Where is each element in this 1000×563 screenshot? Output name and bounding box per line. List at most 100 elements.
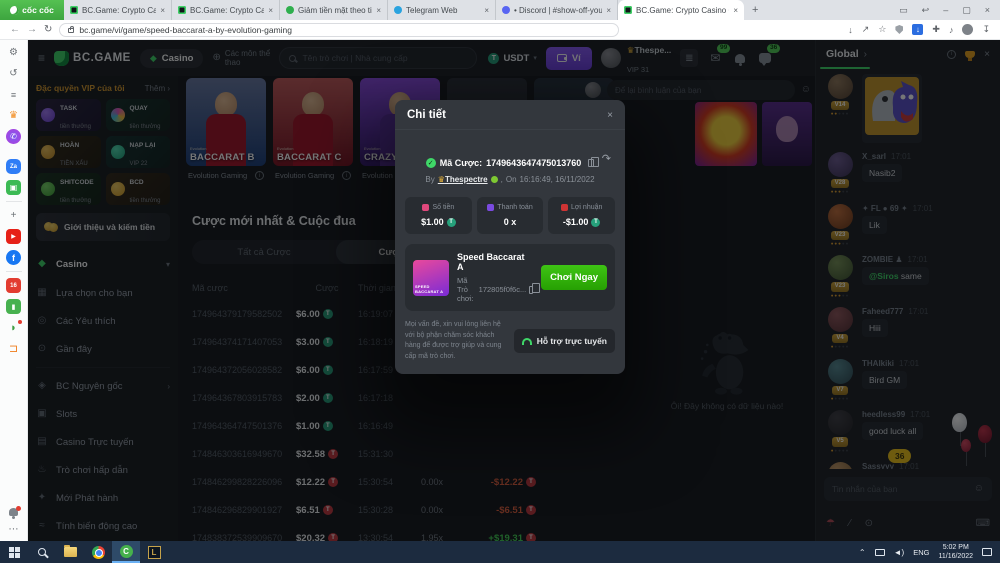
chrome-button[interactable] (84, 541, 112, 563)
hidden-icons-chevron[interactable]: ⌃ (859, 548, 866, 557)
address-bar[interactable]: bc.game/vi/game/speed-baccarat-a-by-evol… (59, 23, 619, 37)
divider (6, 201, 22, 202)
extensions-icon[interactable]: ✚ (932, 24, 940, 35)
bet-by-row: By ♛Thespectre , On 16:16:49, 16/11/2022 (395, 175, 625, 184)
league-of-legends-button[interactable]: L (140, 541, 168, 563)
tab-close-icon[interactable]: × (484, 6, 489, 15)
bcgame-page: ≡ BC.GAME ◆ Casino ⊕ Các môn thể thao T … (28, 40, 1000, 541)
bet-stats: Số tiền $1.00T Thanh toán 0 x Lợi nhuận … (395, 184, 625, 238)
discord-favicon (502, 6, 510, 14)
settings-gear-icon[interactable]: ⚙ (6, 45, 21, 60)
bcgame-favicon (178, 6, 186, 14)
screen: cốc cốc BC.Game: Crypto Casino Gan× BC.G… (0, 0, 1000, 563)
action-center-icon[interactable] (982, 548, 992, 556)
media-icon[interactable]: ♪ (949, 25, 954, 35)
reload-icon[interactable]: ↻ (44, 24, 52, 35)
lock-icon (68, 28, 74, 33)
add-shortcut-icon[interactable]: + (6, 208, 21, 223)
live-support-button[interactable]: Hỗ trợ trực tuyến (514, 329, 615, 353)
tab-close-icon[interactable]: × (733, 6, 738, 15)
file-explorer-button[interactable] (56, 541, 84, 563)
battery-saver-icon[interactable]: ▮ (6, 299, 21, 314)
copy-icon[interactable] (588, 159, 594, 167)
shopping-icon[interactable]: ◗ (6, 320, 21, 335)
network-icon[interactable] (875, 549, 885, 556)
system-tray: ⌃ ◄) ENG 5:02 PM11/16/2022 (859, 543, 1000, 561)
tab-pin-icon[interactable]: ↩ (922, 5, 930, 16)
tab-close-icon[interactable]: × (376, 6, 381, 15)
game-thumbnail[interactable]: SPEED BACCARAT A (413, 260, 449, 296)
copy-icon[interactable] (529, 286, 533, 294)
reading-list-icon[interactable]: ≡ (6, 87, 21, 102)
start-button[interactable] (0, 541, 28, 563)
games-icon[interactable]: ▣ (6, 180, 21, 195)
url-text: bc.game/vi/game/speed-baccarat-a-by-evol… (79, 25, 292, 35)
profile-avatar-icon[interactable] (962, 24, 973, 35)
verified-check-icon: ✓ (426, 158, 436, 168)
taskbar-search-button[interactable] (28, 541, 56, 563)
modal-close-icon[interactable]: × (607, 110, 613, 121)
modal-footer: Mọi vấn đề, xin vui lòng liên hệ với bộ … (405, 320, 615, 362)
bcgame-favicon (70, 6, 78, 14)
bcgame-favicon (624, 6, 632, 14)
zalo-icon[interactable]: Za (6, 159, 21, 174)
facebook-icon[interactable]: f (6, 250, 21, 265)
adblock-shield-icon[interactable] (895, 25, 903, 34)
brand-label: cốc cốc (22, 5, 54, 15)
game-title: Speed Baccarat A (457, 252, 533, 272)
download-manager-icon[interactable]: ↓ (912, 24, 923, 35)
divider (6, 271, 22, 272)
coccoc-button[interactable]: C (112, 541, 140, 563)
browser-sidebar: ⚙ ↺ ≡ ♛ ✆ Za ▣ + f 16 ▮ ◗ ⊐ ⋯ (0, 40, 28, 541)
share-icon[interactable]: ↗ (862, 24, 870, 35)
language-indicator[interactable]: ENG (913, 548, 929, 557)
crown-icon[interactable]: ♛ (6, 108, 21, 123)
save-page-icon[interactable]: ↓ (848, 25, 853, 35)
stat-amount: Số tiền $1.00T (405, 197, 472, 234)
bet-author-link[interactable]: ♛Thespectre (438, 175, 488, 184)
back-icon[interactable]: ← (10, 24, 20, 35)
bookmark-star-icon[interactable]: ☆ (878, 24, 886, 35)
site-favicon (286, 6, 294, 14)
browser-tab-active[interactable]: BC.Game: Crypto Casino Gan× (618, 0, 744, 20)
window-maximize-button[interactable]: ▢ (962, 5, 971, 16)
stat-payout: Thanh toán 0 x (477, 197, 544, 234)
stat-profit: Lợi nhuận -$1.00T (548, 197, 615, 234)
tab-preview-icon[interactable]: ▭ (899, 5, 908, 16)
profit-icon (561, 204, 568, 211)
window-minimize-button[interactable]: – (943, 5, 948, 15)
support-note: Mọi vấn đề, xin vui lòng liên hệ với bộ … (405, 320, 506, 362)
play-now-button[interactable]: Chơi Ngay (541, 265, 607, 290)
tab-close-icon[interactable]: × (268, 6, 273, 15)
tab-close-icon[interactable]: × (606, 6, 611, 15)
frog-emoji-icon (491, 176, 498, 183)
windows-taskbar: C L ⌃ ◄) ENG 5:02 PM11/16/2022 (0, 541, 1000, 563)
history-icon[interactable]: ↺ (6, 66, 21, 81)
bet-id-row: ✓ Mã Cược: 1749643647475013760 (395, 158, 625, 168)
modal-game-card: SPEED BACCARAT A Speed Baccarat A Mã Trò… (405, 244, 615, 311)
tab-close-icon[interactable]: × (160, 6, 165, 15)
notifications-bell-icon[interactable] (9, 508, 18, 516)
browser-tab[interactable]: BC.Game: Crypto Casino Gan× (64, 0, 172, 20)
new-tab-button[interactable]: + (752, 4, 758, 16)
browser-tab-bar: cốc cốc BC.Game: Crypto Casino Gan× BC.G… (0, 0, 1000, 20)
usdt-coin-icon: T (447, 218, 456, 227)
coccoc-brand-button[interactable]: cốc cốc (0, 0, 64, 20)
messenger-icon[interactable]: ✆ (6, 129, 21, 144)
game-id-row: Mã Trò chơi: 172805f0f6c... (457, 276, 533, 303)
more-icon[interactable]: ⋯ (6, 522, 21, 537)
downloads-tray-icon[interactable]: ↧ (982, 24, 990, 35)
cart-icon[interactable]: ⊐ (6, 341, 21, 356)
browser-tab[interactable]: Telegram Web× (388, 0, 496, 20)
taskbar-clock[interactable]: 5:02 PM11/16/2022 (938, 543, 973, 561)
volume-icon[interactable]: ◄) (894, 548, 905, 557)
window-close-button[interactable]: × (985, 5, 990, 15)
browser-tab[interactable]: Giảm tiền mặt theo tiến hóa!× (280, 0, 388, 20)
share-icon[interactable]: ↷ (602, 154, 611, 165)
youtube-icon[interactable] (6, 229, 21, 244)
browser-tab[interactable]: BC.Game: Crypto Casino Gan× (172, 0, 280, 20)
telegram-favicon (394, 6, 402, 14)
forward-icon[interactable]: → (27, 24, 37, 35)
browser-tab[interactable]: • Discord | #show-off-you× (496, 0, 618, 20)
calendar-icon[interactable]: 16 (6, 278, 21, 293)
